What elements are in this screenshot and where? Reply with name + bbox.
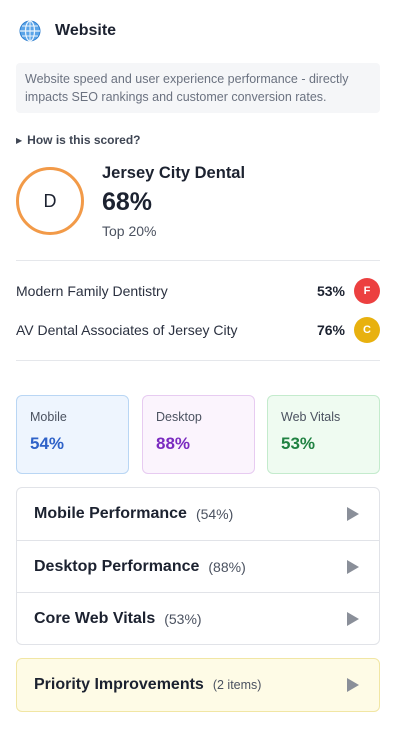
expand-arrow-icon [347,507,359,521]
row-detail: (88%) [208,558,246,575]
row-title: Mobile Performance [34,505,187,522]
business-grade: D [43,190,57,211]
section-description: Website speed and user experience perfor… [16,63,380,113]
divider [16,260,380,261]
metric-label: Mobile [30,410,67,424]
row-detail: (53%) [164,611,202,627]
web-vitals-metric-card: Web Vitals 53% [267,395,380,474]
competitor-grade-badge: C [354,317,380,343]
metric-value: 88% [156,434,191,453]
row-detail: (54%) [195,506,234,522]
business-name: Jersey City Dental [102,164,246,182]
core-web-vitals-row[interactable]: Core Web Vitals (53%) [17,592,379,644]
desktop-performance-row[interactable]: Desktop Performance (88%) [17,540,379,592]
competitor-score: 53% [316,283,345,299]
how-scored-toggle[interactable]: ▶ How is this scored? [16,133,141,147]
row-title: Core Web Vitals [34,610,156,627]
how-scored-label: How is this scored? [27,133,141,147]
competitor-score: 76% [316,322,345,338]
competitor-row: Modern Family Dentistry 53% F [16,278,380,304]
metric-label: Web Vitals [281,410,341,424]
section-title: Website [55,22,117,39]
competitor-row: AV Dental Associates of Jersey City 76% … [16,317,380,343]
metric-label: Desktop [156,410,202,424]
metric-value: 54% [30,434,65,453]
disclosure-triangle-icon: ▶ [16,135,23,145]
section-header: Website [19,19,116,43]
competitor-name: AV Dental Associates of Jersey City [16,322,238,338]
row-title: Priority Improvements [34,676,204,693]
desktop-metric-card: Desktop 88% [142,395,255,474]
competitor-grade-badge: F [354,278,380,304]
priority-improvements-row[interactable]: Priority Improvements (2 items) [16,658,380,712]
mobile-metric-card: Mobile 54% [16,395,129,474]
business-grade-ring: D [16,167,84,235]
mobile-performance-row[interactable]: Mobile Performance (54%) [17,488,379,540]
row-title: Desktop Performance [34,557,200,575]
expand-arrow-icon [347,612,359,626]
business-rank: Top 20% [102,223,157,239]
competitor-name: Modern Family Dentistry [16,283,168,299]
details-accordion: Mobile Performance (54%) Desktop Perform… [16,487,380,645]
metric-value: 53% [281,434,316,453]
expand-arrow-icon [347,678,359,692]
expand-arrow-icon [347,559,359,574]
business-score: 68% [102,188,153,216]
divider [16,360,380,361]
globe-icon [19,20,41,42]
row-detail: (2 items) [212,678,262,692]
